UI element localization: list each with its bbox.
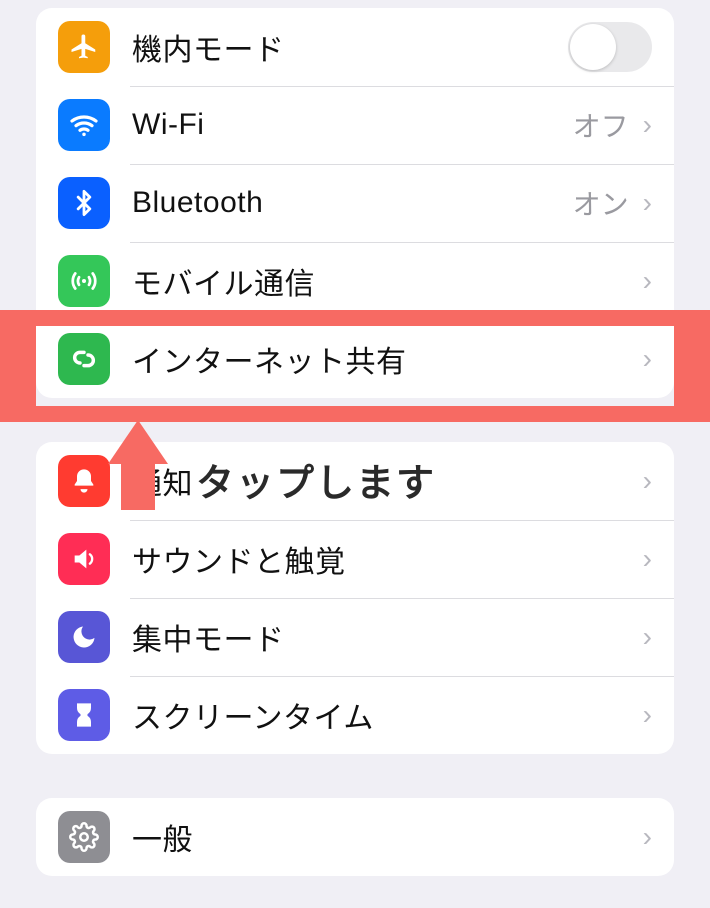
cellular-icon xyxy=(58,255,110,307)
row-focus[interactable]: 集中モード › xyxy=(36,598,674,676)
row-airplane-mode[interactable]: 機内モード xyxy=(36,8,674,86)
chevron-icon: › xyxy=(643,543,652,575)
wifi-icon xyxy=(58,99,110,151)
cellular-label: モバイル通信 xyxy=(132,259,639,303)
row-bluetooth[interactable]: Bluetooth オン › xyxy=(36,164,674,242)
wifi-value: オフ xyxy=(573,105,629,145)
airplane-toggle-knob xyxy=(570,24,616,70)
settings-group-general: 一般 › xyxy=(36,798,674,876)
row-wifi[interactable]: Wi-Fi オフ › xyxy=(36,86,674,164)
airplane-label: 機内モード xyxy=(132,25,568,69)
chevron-icon: › xyxy=(643,343,652,375)
screentime-icon xyxy=(58,689,110,741)
chevron-icon: › xyxy=(643,265,652,297)
chevron-icon: › xyxy=(643,621,652,653)
row-screentime[interactable]: スクリーンタイム › xyxy=(36,676,674,754)
bluetooth-label: Bluetooth xyxy=(132,186,573,220)
general-label: 一般 xyxy=(132,815,639,859)
row-general[interactable]: 一般 › xyxy=(36,798,674,876)
sounds-icon xyxy=(58,533,110,585)
row-sounds[interactable]: サウンドと触覚 › xyxy=(36,520,674,598)
screentime-label: スクリーンタイム xyxy=(132,693,639,737)
annotation-text: タップします xyxy=(196,452,436,507)
hotspot-label: インターネット共有 xyxy=(132,337,639,381)
row-personal-hotspot[interactable]: インターネット共有 › xyxy=(36,320,674,398)
chevron-icon: › xyxy=(643,109,652,141)
chevron-icon: › xyxy=(643,821,652,853)
chevron-icon: › xyxy=(643,699,652,731)
settings-group-connectivity: 機内モード Wi-Fi オフ › Bluetooth オン › モバイル通信 ›… xyxy=(36,8,674,398)
chevron-icon: › xyxy=(643,187,652,219)
focus-label: 集中モード xyxy=(132,615,639,659)
bluetooth-value: オン xyxy=(573,183,629,223)
focus-icon xyxy=(58,611,110,663)
wifi-label: Wi-Fi xyxy=(132,108,573,142)
row-cellular[interactable]: モバイル通信 › xyxy=(36,242,674,320)
airplane-icon xyxy=(58,21,110,73)
chevron-icon: › xyxy=(643,465,652,497)
sounds-label: サウンドと触覚 xyxy=(132,537,639,581)
general-icon xyxy=(58,811,110,863)
airplane-toggle[interactable] xyxy=(568,22,652,72)
notifications-icon xyxy=(58,455,110,507)
bluetooth-icon xyxy=(58,177,110,229)
hotspot-icon xyxy=(58,333,110,385)
